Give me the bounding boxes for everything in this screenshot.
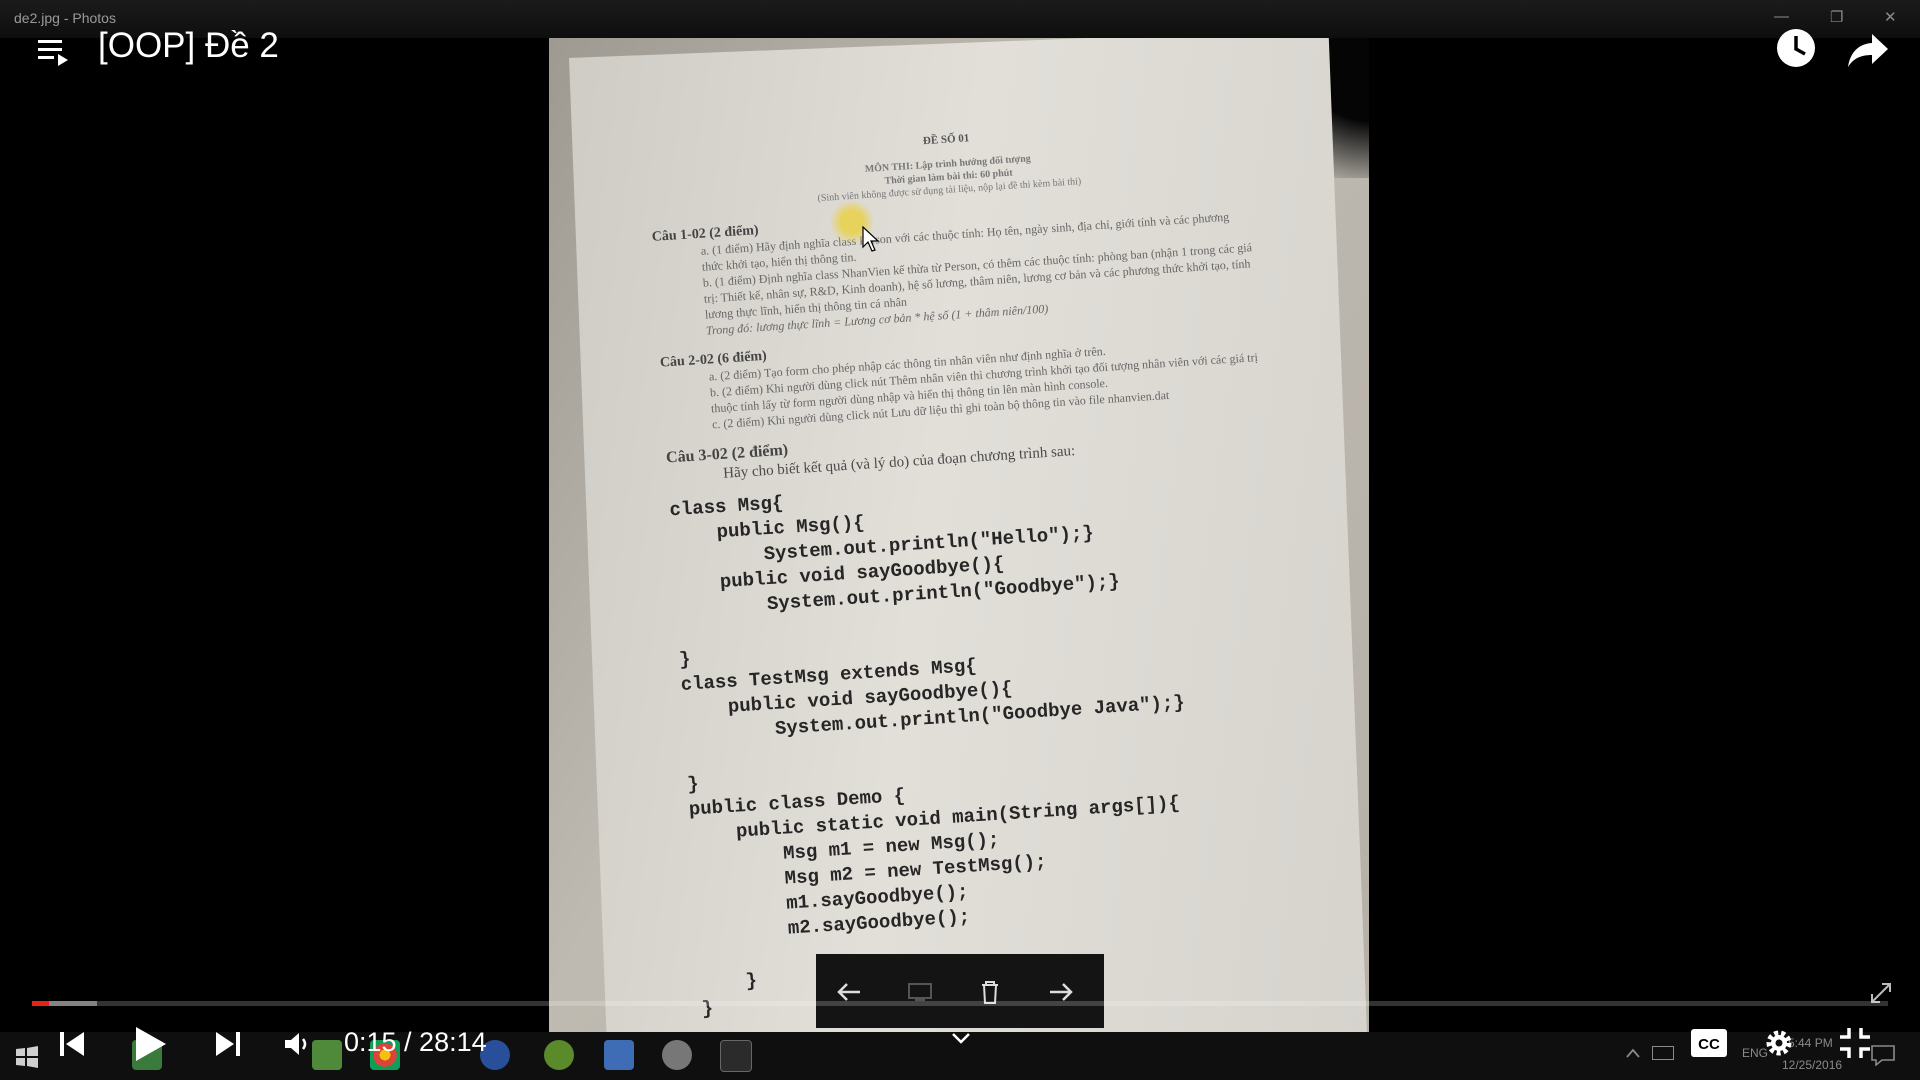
taskbar-app-icon[interactable] <box>604 1040 634 1070</box>
exam-paper: ĐỀ SỐ 01 MÔN THI: Lập trình hướng đối tư… <box>569 38 1368 1032</box>
volume-icon[interactable] <box>282 1028 314 1060</box>
windows-start-icon[interactable] <box>14 1044 40 1070</box>
playlist-icon[interactable] <box>34 32 74 72</box>
next-video-icon[interactable] <box>212 1028 244 1060</box>
captions-icon[interactable]: CC <box>1690 1028 1728 1058</box>
tray-date[interactable]: 12/25/2016 <box>1782 1058 1842 1072</box>
taskbar-app-icon[interactable] <box>662 1040 692 1070</box>
photo-toolbar <box>816 954 1104 1028</box>
settings-gear-icon[interactable] <box>1762 1026 1796 1060</box>
chevron-down-icon[interactable] <box>950 1030 972 1046</box>
share-icon[interactable] <box>1846 28 1890 72</box>
taskbar-app-icon[interactable] <box>544 1040 574 1070</box>
played-bar <box>32 1001 49 1006</box>
play-icon[interactable] <box>132 1025 168 1063</box>
exit-fullscreen-icon[interactable] <box>1838 1026 1872 1060</box>
taskbar-app-icon[interactable] <box>312 1040 342 1070</box>
tray-chevron-up-icon[interactable] <box>1624 1046 1642 1060</box>
mouse-pointer-icon <box>862 226 880 252</box>
video-title[interactable]: [OOP] Đề 2 <box>98 26 279 66</box>
action-center-icon[interactable] <box>1870 1044 1896 1066</box>
progress-bar[interactable] <box>32 1001 1888 1006</box>
battery-icon[interactable] <box>1652 1046 1674 1060</box>
code-listing: class Msg{ public Msg(){ System.out.prin… <box>668 492 1186 1021</box>
video-header: [OOP] Đề 2 <box>0 20 1920 100</box>
svg-text:CC: CC <box>1698 1036 1720 1053</box>
watch-later-icon[interactable] <box>1774 26 1818 70</box>
previous-video-icon[interactable] <box>56 1028 88 1060</box>
photo-viewport: ĐỀ SỐ 01 MÔN THI: Lập trình hướng đối tư… <box>549 38 1369 1032</box>
time-display: 0:15 / 28:14 <box>344 1027 487 1057</box>
exam-document: ĐỀ SỐ 01 MÔN THI: Lập trình hướng đối tư… <box>646 114 1301 1022</box>
photos-app-icon[interactable] <box>720 1040 752 1072</box>
